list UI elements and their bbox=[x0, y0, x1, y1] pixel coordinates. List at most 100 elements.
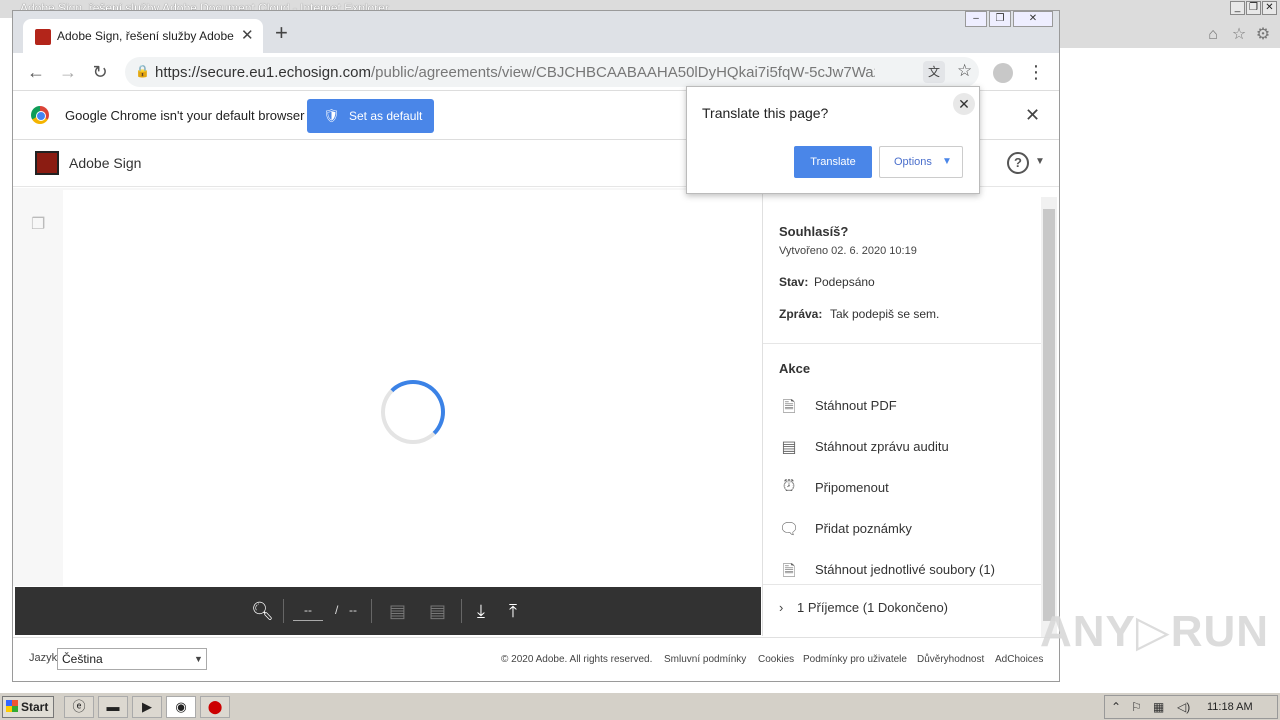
set-default-button[interactable]: 🛡 Set as default bbox=[307, 99, 434, 133]
search-icon[interactable]: 🔍︎ bbox=[251, 601, 274, 621]
chrome-logo-icon bbox=[31, 106, 49, 124]
message-value: Tak podepiš se sem. bbox=[830, 307, 940, 321]
chevron-down-icon: ▼ bbox=[942, 156, 952, 167]
translate-button[interactable]: Translate bbox=[794, 146, 872, 178]
status-value: Podepsáno bbox=[814, 275, 875, 289]
start-label: Start bbox=[21, 700, 49, 714]
chrome-close-button[interactable]: ✕ bbox=[1013, 11, 1053, 27]
alarm-clock-icon: ⏰︎ bbox=[782, 478, 796, 495]
document-viewer: ❐ bbox=[13, 188, 761, 586]
action-add-notes[interactable]: 🗨︎ Přidat poznámky bbox=[763, 517, 1046, 543]
page-footer: Jazyk Čeština ▼ © 2020 Adobe. All rights… bbox=[13, 637, 1059, 681]
chrome-minimize-button[interactable]: – bbox=[965, 11, 987, 27]
footer-link-user-terms[interactable]: Podmínky pro uživatele bbox=[803, 654, 907, 665]
download-files-icon: 🗎 bbox=[782, 563, 796, 580]
ie-restore-button[interactable]: ❐ bbox=[1246, 1, 1261, 15]
language-label: Jazyk bbox=[29, 652, 58, 664]
status-label: Stav: bbox=[779, 275, 809, 289]
footer-link-cookies[interactable]: Cookies bbox=[758, 654, 794, 665]
adobe-sign-logo-icon[interactable] bbox=[35, 151, 59, 175]
divider bbox=[283, 599, 284, 623]
explorer-folder-icon[interactable]: ▬ bbox=[98, 696, 128, 718]
translate-popup: Translate this page? ✕ Translate Options… bbox=[686, 86, 980, 194]
message-label: Zpráva: bbox=[779, 307, 823, 321]
chrome-restore-button[interactable]: ❐ bbox=[989, 11, 1011, 27]
set-default-label: Set as default bbox=[349, 109, 423, 123]
chrome-taskbar-icon[interactable]: ◉ bbox=[166, 696, 196, 718]
chevron-up-icon[interactable]: ⌃ bbox=[1111, 700, 1121, 714]
chevron-right-icon: › bbox=[779, 600, 784, 615]
url-host: https://secure.eu1.echosign.com bbox=[155, 64, 371, 81]
back-arrow-icon[interactable]: ← bbox=[25, 61, 47, 83]
divider bbox=[461, 599, 462, 623]
divider bbox=[763, 343, 1046, 344]
footer-link-trust[interactable]: Důvěryhodnost bbox=[917, 654, 984, 665]
translate-popup-title: Translate this page? bbox=[702, 105, 829, 121]
chevron-down-icon[interactable]: ▼ bbox=[1035, 156, 1045, 167]
language-select[interactable]: Čeština ▼ bbox=[57, 648, 207, 670]
action-label: Přidat poznámky bbox=[815, 521, 912, 536]
viewer-toolbar: 🔍︎ -- / -- ▤ ▤ ⤓ ⤒ bbox=[15, 587, 761, 635]
ie-close-button[interactable]: ✕ bbox=[1262, 1, 1277, 15]
action-download-pdf[interactable]: 🗎 Stáhnout PDF bbox=[763, 394, 1046, 420]
action-download-files[interactable]: 🗎 Stáhnout jednotlivé soubory (1) bbox=[763, 558, 1046, 584]
action-download-audit[interactable]: ▤ Stáhnout zprávu auditu bbox=[763, 435, 1046, 461]
page-number-input[interactable]: -- bbox=[293, 603, 323, 621]
action-label: Připomenout bbox=[815, 480, 889, 495]
forward-arrow-icon[interactable]: → bbox=[57, 61, 79, 83]
note-icon: 🗨︎ bbox=[779, 521, 800, 538]
stop-icon[interactable]: ⬤ bbox=[200, 696, 230, 718]
start-button[interactable]: Start bbox=[2, 696, 54, 718]
any-run-watermark-logo: ANY▷RUN bbox=[1040, 607, 1270, 656]
language-value: Čeština bbox=[62, 652, 103, 666]
options-label: Options bbox=[894, 156, 932, 168]
reload-icon[interactable]: ↻ bbox=[89, 61, 111, 83]
translate-icon[interactable]: 文 bbox=[923, 61, 945, 83]
volume-icon[interactable]: ◁) bbox=[1177, 700, 1190, 714]
media-player-icon[interactable]: ▶ bbox=[132, 696, 162, 718]
favorites-star-icon[interactable]: ☆ bbox=[1230, 26, 1248, 44]
url-path: /public/agreements/view/CBJCHBCAABAAHA50… bbox=[370, 64, 875, 81]
footer-link-adchoices[interactable]: AdChoices bbox=[995, 654, 1043, 665]
ie-minimize-button[interactable]: _ bbox=[1230, 1, 1245, 15]
url-text[interactable]: https://secure.eu1.echosign.com/public/a… bbox=[155, 64, 875, 81]
footer-link-terms[interactable]: Smluvní podmínky bbox=[664, 654, 746, 665]
panel-scrollbar-thumb[interactable] bbox=[1043, 209, 1055, 621]
ie-taskbar-icon[interactable]: ⓔ bbox=[64, 696, 94, 718]
browser-tab[interactable]: Adobe Sign, řešení služby Adobe Do ✕ bbox=[23, 19, 263, 53]
loading-spinner bbox=[381, 380, 445, 444]
chrome-menu-icon[interactable]: ⋮ bbox=[1027, 62, 1045, 82]
system-tray: ⌃ ⚐ ▦ ◁) 11:18 AM bbox=[1104, 695, 1278, 719]
action-label: Stáhnout zprávu auditu bbox=[815, 439, 949, 454]
bookmark-star-icon[interactable]: ☆ bbox=[957, 61, 972, 81]
address-bar[interactable]: 🔒 https://secure.eu1.echosign.com/public… bbox=[125, 57, 979, 87]
tab-close-icon[interactable]: ✕ bbox=[241, 26, 254, 44]
infobar-close-icon[interactable]: ✕ bbox=[1025, 105, 1040, 126]
close-icon[interactable]: ✕ bbox=[953, 93, 975, 115]
download-icon[interactable]: ⤓ bbox=[477, 601, 485, 621]
new-tab-button[interactable]: + bbox=[275, 21, 288, 45]
action-remind[interactable]: ⏰︎ Připomenout bbox=[763, 476, 1046, 502]
agreement-panel: Souhlasíš? Vytvořeno 02. 6. 2020 10:19 S… bbox=[762, 188, 1046, 636]
document-page bbox=[63, 190, 761, 586]
home-icon[interactable]: ⌂ bbox=[1204, 26, 1222, 44]
windows-flag-icon bbox=[6, 700, 18, 712]
windows-taskbar: Start ⓔ ▬ ▶ ◉ ⬤ ⌃ ⚐ ▦ ◁) 11:18 AM bbox=[0, 692, 1280, 720]
audit-report-icon: ▤ bbox=[781, 439, 797, 456]
help-icon[interactable]: ? bbox=[1007, 152, 1029, 174]
divider bbox=[763, 584, 1046, 585]
lock-icon[interactable]: 🔒 bbox=[135, 64, 150, 78]
network-icon[interactable]: ▦ bbox=[1153, 700, 1164, 714]
agreement-title: Souhlasíš? bbox=[779, 224, 849, 239]
recipients-expander[interactable]: › 1 Příjemce (1 Dokončeno) bbox=[763, 596, 1046, 622]
copyright-text: © 2020 Adobe. All rights reserved. bbox=[501, 654, 653, 665]
tab-title: Adobe Sign, řešení služby Adobe Do bbox=[57, 29, 235, 43]
options-button[interactable]: Options ▼ bbox=[879, 146, 963, 178]
settings-gear-icon[interactable]: ⚙ bbox=[1254, 26, 1272, 44]
flag-icon[interactable]: ⚐ bbox=[1131, 700, 1142, 714]
upload-icon[interactable]: ⤒ bbox=[509, 601, 517, 621]
document-thumbnails-icon[interactable]: ❐ bbox=[31, 214, 45, 234]
next-page-icon[interactable]: ▤ bbox=[429, 601, 446, 621]
previous-page-icon[interactable]: ▤ bbox=[389, 601, 406, 621]
profile-avatar-icon[interactable] bbox=[993, 63, 1013, 83]
